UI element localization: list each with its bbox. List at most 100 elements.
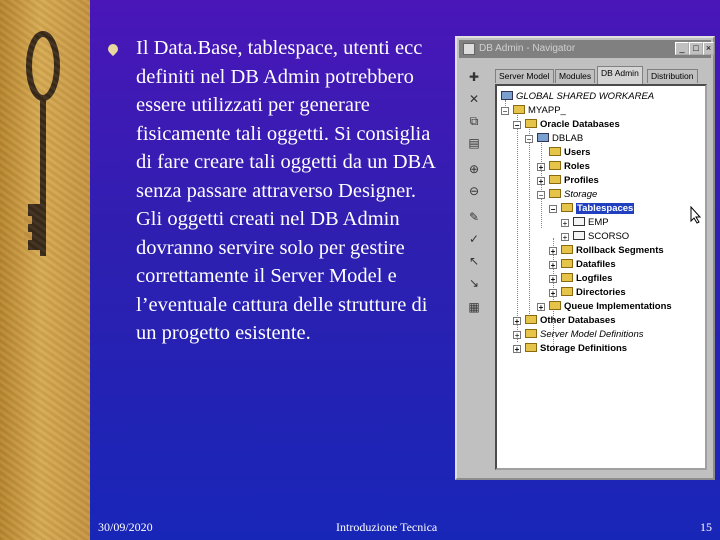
tree-label: Rollback Segments	[576, 245, 664, 256]
tree-node-app[interactable]: − MYAPP_	[501, 104, 566, 118]
tree-node-users[interactable]: Users	[549, 146, 590, 160]
workarea-icon	[501, 91, 513, 100]
move-down-icon[interactable]: ↘	[465, 274, 483, 292]
tree-label: Logfiles	[576, 273, 613, 284]
tree-node-emp[interactable]: + EMP	[561, 216, 609, 230]
footer-title: Introduzione Tecnica	[336, 520, 438, 534]
tablespace-icon	[573, 217, 585, 226]
tree-node-server-model-definitions[interactable]: + Server Model Definitions	[513, 328, 644, 342]
folder-icon	[525, 315, 537, 324]
tree-node-profiles[interactable]: + Profiles	[537, 174, 599, 188]
generate-icon[interactable]: ▦	[465, 298, 483, 316]
navigator-tree: GLOBAL SHARED WORKAREA − MYAPP_ − Oracle…	[495, 84, 707, 470]
tree-label: Server Model Definitions	[540, 329, 644, 340]
tab-distribution[interactable]: Distribution	[647, 69, 698, 83]
collapse-icon[interactable]: ⊖	[465, 182, 483, 200]
navigator-toolbar: ✚ ✕ ⧉ ▤ ⊕ ⊖ ✎ ✓ ↖ ↘ ▦	[461, 64, 489, 320]
folder-icon	[561, 203, 573, 212]
tree-label: Storage	[564, 189, 598, 200]
close-button[interactable]: ×	[703, 42, 714, 55]
folder-icon	[549, 189, 561, 198]
create-icon[interactable]: ✚	[465, 68, 483, 86]
folder-icon	[561, 245, 573, 254]
copy-icon[interactable]: ⧉	[465, 112, 483, 130]
folder-icon	[561, 273, 573, 282]
expand-toggle[interactable]: +	[513, 317, 521, 326]
tree-label: EMP	[588, 217, 609, 228]
tree-label: Storage Definitions	[540, 343, 628, 354]
expand-toggle[interactable]: +	[537, 303, 545, 312]
database-icon	[537, 133, 549, 142]
decorative-key-image-panel	[0, 0, 90, 540]
tree-label: Users	[564, 147, 591, 158]
tree-node-oracle-databases[interactable]: − Oracle Databases	[513, 118, 620, 132]
tree-node-tablespaces[interactable]: − Tablespaces	[549, 202, 635, 216]
tree-node-logfiles[interactable]: + Logfiles	[549, 272, 613, 286]
collapse-toggle[interactable]: −	[501, 107, 509, 116]
folder-icon	[513, 105, 525, 114]
bullet-icon	[105, 41, 121, 57]
folder-icon	[525, 329, 537, 338]
folder-icon	[549, 175, 561, 184]
tree-node-rollback-segments[interactable]: + Rollback Segments	[549, 244, 664, 258]
window-app-icon	[463, 43, 475, 55]
expand-toggle[interactable]: +	[549, 275, 557, 284]
tab-server-model[interactable]: Server Model	[495, 69, 554, 83]
tree-label: Profiles	[564, 175, 599, 186]
collapse-toggle[interactable]: −	[513, 121, 521, 130]
expand-toggle[interactable]: +	[549, 247, 557, 256]
tree-node-queue-implementations[interactable]: + Queue Implementations	[537, 300, 672, 314]
check-icon[interactable]: ✓	[465, 230, 483, 248]
expand-toggle[interactable]: +	[513, 331, 521, 340]
tree-node-workarea[interactable]: GLOBAL SHARED WORKAREA	[501, 90, 654, 104]
expand-toggle[interactable]: +	[549, 289, 557, 298]
tree-node-storage-definitions[interactable]: + Storage Definitions	[513, 342, 628, 356]
maximize-button[interactable]: □	[689, 42, 703, 55]
tree-label: DBLAB	[552, 133, 584, 144]
tab-db-admin[interactable]: DB Admin	[597, 66, 643, 84]
collapse-toggle[interactable]: −	[537, 191, 545, 200]
minimize-button[interactable]: _	[675, 42, 689, 55]
folder-icon	[561, 259, 573, 268]
expand-toggle[interactable]: +	[549, 261, 557, 270]
delete-icon[interactable]: ✕	[465, 90, 483, 108]
tablespace-icon	[573, 231, 585, 240]
folder-icon	[525, 119, 537, 128]
page-number: 15	[700, 520, 712, 534]
tree-node-scorso[interactable]: + SCORSO	[561, 230, 630, 244]
tree-label: Directories	[576, 287, 626, 298]
tree-label: SCORSO	[588, 231, 630, 242]
expand-icon[interactable]: ⊕	[465, 160, 483, 178]
expand-toggle[interactable]: +	[537, 177, 545, 186]
folder-icon	[549, 301, 561, 310]
folder-icon	[525, 343, 537, 352]
tree-node-roles[interactable]: + Roles	[537, 160, 590, 174]
tree-node-datafiles[interactable]: + Datafiles	[549, 258, 616, 272]
db-admin-navigator-window: DB Admin - Navigator _ □ × ✚ ✕ ⧉ ▤ ⊕ ⊖ ✎…	[455, 36, 715, 480]
expand-toggle[interactable]: +	[561, 233, 569, 242]
tree-label-selected: Tablespaces	[576, 203, 635, 214]
tree-node-dblab[interactable]: − DBLAB	[525, 132, 584, 146]
move-up-icon[interactable]: ↖	[465, 252, 483, 270]
slide-body-text: Il Data.Base, tablespace, utenti ecc def…	[136, 37, 435, 344]
key-icon	[24, 31, 60, 256]
footer-date: 30/09/2020	[98, 520, 153, 534]
expand-toggle[interactable]: +	[513, 345, 521, 354]
tree-label: Queue Implementations	[564, 301, 672, 312]
tree-label: Roles	[564, 161, 590, 172]
tab-modules[interactable]: Modules	[555, 69, 596, 83]
collapse-toggle[interactable]: −	[525, 135, 533, 144]
tree-label: Other Databases	[540, 315, 616, 326]
expand-toggle[interactable]: +	[561, 219, 569, 228]
tree-node-other-databases[interactable]: + Other Databases	[513, 314, 616, 328]
edit-icon[interactable]: ✎	[465, 208, 483, 226]
tree-node-storage[interactable]: − Storage	[537, 188, 598, 202]
tree-node-directories[interactable]: + Directories	[549, 286, 626, 300]
properties-icon[interactable]: ▤	[465, 134, 483, 152]
collapse-toggle[interactable]: −	[549, 205, 557, 214]
folder-icon	[549, 147, 561, 156]
expand-toggle[interactable]: +	[537, 163, 545, 172]
folder-icon	[561, 287, 573, 296]
tree-label: MYAPP_	[528, 105, 566, 116]
window-titlebar[interactable]: DB Admin - Navigator _ □ ×	[459, 40, 714, 58]
